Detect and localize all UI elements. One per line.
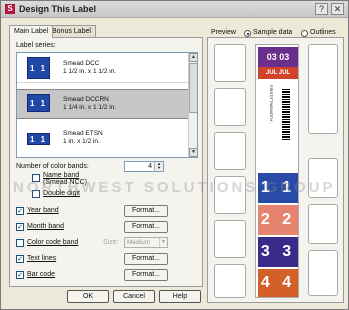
color-band-4: 4 4 — [258, 269, 298, 297]
preview-heading: Preview — [211, 29, 236, 36]
month-band-label: Month band — [27, 223, 64, 230]
text-lines-preview: FIRST/TTNE/MOTH... — [258, 85, 298, 145]
label-preview: 03 03 JUL JUL FIRST/TTNE/MOTH... 1 1 2 2… — [255, 44, 299, 298]
list-item-selected[interactable]: 1 1 Smead DCCRN 1 1/4 in. x 1 1/2 in. — [17, 89, 189, 119]
app-icon: S — [5, 4, 15, 14]
sample-data-label: Sample data — [253, 29, 293, 36]
help-button[interactable]: Help — [159, 290, 201, 303]
cancel-button[interactable]: Cancel — [113, 290, 155, 303]
series-scrollbar[interactable]: ▲ ▼ — [188, 53, 197, 157]
year-band-label: Year band — [27, 207, 59, 214]
color-bands-stepper[interactable]: 4 ▲ ▼ — [124, 161, 164, 172]
preview-card — [214, 132, 246, 170]
year-band-format-button[interactable]: Format... — [124, 205, 168, 217]
label-series-heading: Label series: — [16, 42, 56, 49]
number-of-color-bands-label: Number of color bands: — [16, 163, 89, 170]
series-text: Smead DCCRN 1 1/4 in. x 1 1/2 in. — [63, 96, 116, 112]
series-name: Smead DCC — [63, 60, 100, 67]
close-button[interactable]: ✕ — [331, 3, 344, 15]
design-label-dialog: S Design This Label ? ✕ Main Label Bonus… — [0, 0, 349, 310]
tab-bonus-label[interactable]: Bonus Label — [47, 25, 96, 37]
preview-card — [214, 44, 246, 82]
barcode-graphic — [282, 89, 290, 141]
list-item[interactable]: 1 1 Smead ETSN 1 in. x 1/2 in. — [17, 125, 189, 155]
series-swatch: 1 1 — [27, 57, 50, 79]
tab-main-label[interactable]: Main Label — [9, 25, 54, 38]
stepper-arrows-icon[interactable]: ▲ ▼ — [154, 162, 163, 171]
text-lines-content: FIRST/TTNE/MOTH... — [269, 85, 274, 125]
month-band-checkbox[interactable]: ✓ — [16, 223, 24, 231]
series-swatch: 1 1 — [27, 94, 50, 112]
size-dropdown[interactable]: Medium ▼ — [124, 237, 168, 248]
series-text: Smead ETSN 1 in. x 1/2 in. — [63, 130, 103, 146]
scroll-thumb[interactable] — [189, 63, 197, 113]
title-bar: S Design This Label ? ✕ — [1, 1, 348, 18]
watermark-text: NORTHWEST SOLUTIONS GROUP — [13, 179, 336, 196]
window-title: Design This Label — [19, 4, 97, 14]
series-name: Smead ETSN — [63, 130, 103, 137]
preview-card — [214, 264, 246, 298]
month-band-preview: JUL JUL — [258, 67, 298, 79]
month-band-format-button[interactable]: Format... — [124, 221, 168, 233]
text-lines-format-button[interactable]: Format... — [124, 253, 168, 265]
main-label-panel: Label series: 1 1 Smead DCC 1 1/2 in. x … — [9, 37, 203, 287]
text-lines-checkbox[interactable]: ✓ — [16, 255, 24, 263]
ok-button[interactable]: OK — [67, 290, 109, 303]
preview-card — [214, 220, 246, 258]
outlines-label: Outlines — [310, 29, 336, 36]
bar-code-label: Bar code — [27, 271, 56, 278]
series-size: 1 in. x 1/2 in. — [63, 138, 100, 145]
name-band-label: Name band — [43, 172, 80, 179]
series-name: Smead DCCRN — [63, 96, 109, 103]
list-item[interactable]: 1 1 Smead DCC 1 1/2 in. x 1 1/2 in. — [17, 53, 189, 83]
color-band-3: 3 3 — [258, 237, 298, 267]
label-series-list[interactable]: 1 1 Smead DCC 1 1/2 in. x 1 1/2 in. 1 1 … — [16, 52, 198, 158]
preview-card — [308, 204, 338, 244]
series-size: 1 1/4 in. x 1 1/2 in. — [63, 104, 117, 111]
bar-code-checkbox[interactable]: ✓ — [16, 271, 24, 279]
size-label: Size: — [103, 239, 119, 246]
sample-data-radio[interactable] — [244, 30, 251, 37]
size-dropdown-value: Medium — [127, 239, 151, 246]
bar-code-format-button[interactable]: Format... — [124, 269, 168, 281]
text-lines-label: Text lines — [27, 255, 57, 262]
chevron-down-icon: ▼ — [159, 238, 167, 247]
scroll-up-icon[interactable]: ▲ — [189, 53, 197, 62]
series-text: Smead DCC 1 1/2 in. x 1 1/2 in. — [63, 60, 116, 76]
label-preview-panel: 03 03 JUL JUL FIRST/TTNE/MOTH... 1 1 2 2… — [207, 37, 344, 303]
color-code-band-label: Color code band — [27, 239, 79, 246]
preview-card — [308, 250, 338, 296]
help-title-button[interactable]: ? — [315, 3, 328, 15]
year-band-preview: 03 03 — [258, 47, 298, 67]
preview-card — [214, 88, 246, 126]
outlines-radio[interactable] — [301, 30, 308, 37]
color-band-2: 2 2 — [258, 205, 298, 235]
preview-card — [308, 44, 338, 134]
scroll-down-icon[interactable]: ▼ — [189, 148, 197, 157]
series-swatch: 1 1 — [27, 133, 50, 145]
year-band-checkbox[interactable]: ✓ — [16, 207, 24, 215]
color-code-band-checkbox[interactable] — [16, 239, 24, 247]
series-size: 1 1/2 in. x 1 1/2 in. — [63, 68, 117, 75]
color-bands-value: 4 — [148, 163, 152, 170]
